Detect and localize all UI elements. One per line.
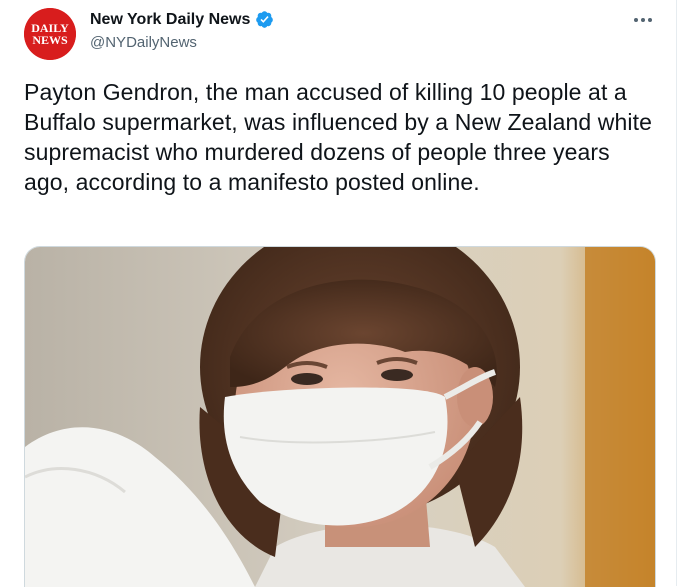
- verified-badge-icon: [255, 10, 274, 29]
- tweet-text: Payton Gendron, the man accused of killi…: [24, 79, 652, 195]
- more-horizontal-icon: [634, 18, 652, 22]
- avatar[interactable]: DAILY NEWS: [24, 8, 76, 60]
- tweet-photo[interactable]: [24, 246, 656, 587]
- user-handle[interactable]: @NYDailyNews: [90, 34, 197, 51]
- avatar-logo-line2: NEWS: [32, 33, 68, 47]
- display-name[interactable]: New York Daily News: [90, 11, 250, 29]
- author-name-row[interactable]: New York Daily News: [90, 10, 274, 29]
- tweet-card: DAILY NEWS New York Daily News @NYDailyN…: [0, 0, 677, 587]
- more-options-button[interactable]: [628, 8, 658, 32]
